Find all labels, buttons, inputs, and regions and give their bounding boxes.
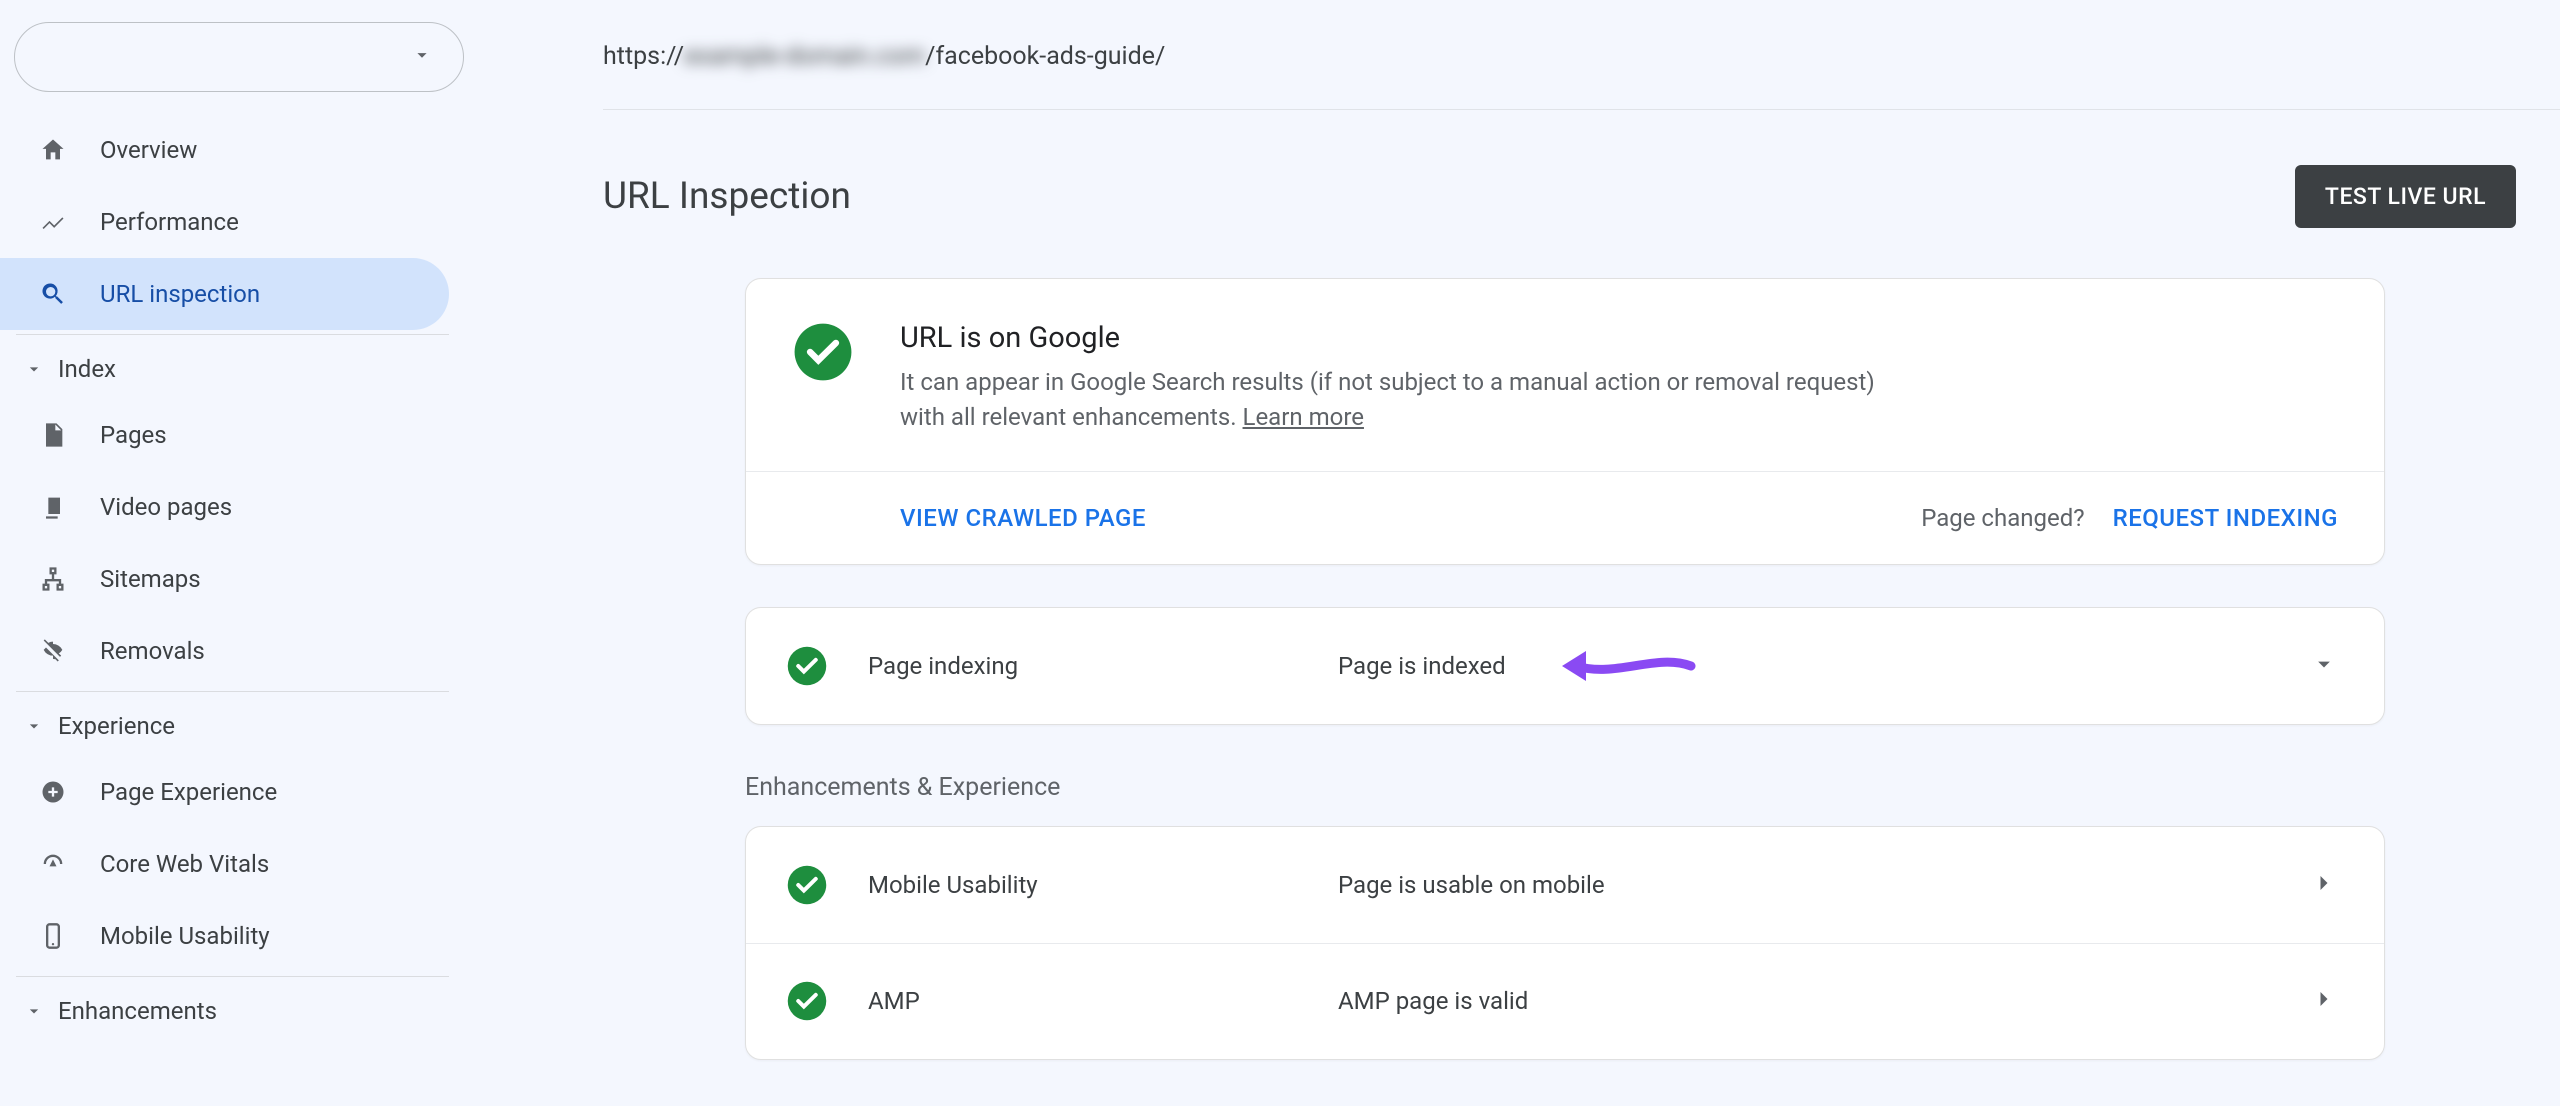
sidebar-item-label: Page Experience (100, 778, 277, 806)
sidebar-item-label: Overview (100, 136, 197, 164)
caret-down-icon (24, 359, 44, 379)
document-icon (38, 421, 68, 449)
chevron-down-icon (2310, 650, 2338, 682)
row-amp[interactable]: AMP AMP page is valid (746, 943, 2384, 1059)
sidebar-item-label: URL inspection (100, 280, 260, 308)
sidebar-item-core-web-vitals[interactable]: Core Web Vitals (0, 828, 449, 900)
sidebar-item-overview[interactable]: Overview (0, 114, 449, 186)
row-mobile-usability[interactable]: Mobile Usability Page is usable on mobil… (746, 827, 2384, 943)
row-label: AMP (868, 987, 1338, 1015)
sitemap-icon (38, 565, 68, 593)
page-title: URL Inspection (603, 175, 851, 218)
section-header-index[interactable]: Index (0, 339, 465, 399)
sidebar-item-pages[interactable]: Pages (0, 399, 449, 471)
sidebar-item-label: Core Web Vitals (100, 850, 269, 878)
divider (16, 976, 449, 977)
sidebar-item-sitemaps[interactable]: Sitemaps (0, 543, 449, 615)
page-indexing-card[interactable]: Page indexing Page is indexed (745, 607, 2385, 725)
sidebar-item-mobile-usability[interactable]: Mobile Usability (0, 900, 449, 972)
home-icon (38, 136, 68, 164)
search-icon (38, 280, 68, 308)
check-circle-icon (786, 645, 828, 687)
documents-icon (38, 493, 68, 521)
section-header-enhancements[interactable]: Enhancements (0, 981, 465, 1041)
caret-down-icon (24, 716, 44, 736)
row-value: AMP page is valid (1338, 987, 1528, 1015)
sidebar-item-url-inspection[interactable]: URL inspection (0, 258, 449, 330)
sidebar-item-label: Pages (100, 421, 167, 449)
chevron-right-icon (2310, 985, 2338, 1017)
sidebar: Overview Performance URL inspection Inde… (0, 0, 465, 1106)
row-value: Page is indexed (1338, 652, 1506, 680)
sidebar-item-page-experience[interactable]: Page Experience (0, 756, 449, 828)
view-crawled-page-button[interactable]: VIEW CRAWLED PAGE (900, 504, 1146, 532)
check-circle-icon (786, 980, 828, 1022)
annotation-arrow (1556, 643, 1696, 689)
main: https://example-domain.com/facebook-ads-… (465, 0, 2560, 1106)
row-label: Mobile Usability (868, 871, 1338, 899)
speed-icon (38, 850, 68, 878)
request-indexing-button[interactable]: REQUEST INDEXING (2113, 504, 2338, 532)
phone-icon (38, 922, 68, 950)
sidebar-item-label: Video pages (100, 493, 232, 521)
page-changed-label: Page changed? (1921, 504, 2084, 532)
sidebar-item-label: Sitemaps (100, 565, 201, 593)
dropdown-icon (411, 44, 433, 70)
row-value: Page is usable on mobile (1338, 871, 1605, 899)
check-circle-icon (792, 321, 854, 383)
chevron-right-icon (2310, 869, 2338, 901)
sidebar-item-performance[interactable]: Performance (0, 186, 449, 258)
status-description: It can appear in Google Search results (… (900, 365, 1920, 435)
enhancements-card: Mobile Usability Page is usable on mobil… (745, 826, 2385, 1060)
url-prefix: https:// (603, 42, 684, 71)
row-label: Page indexing (868, 652, 1338, 680)
sidebar-item-video-pages[interactable]: Video pages (0, 471, 449, 543)
url-domain-blurred: example-domain.com (684, 42, 925, 71)
url-path: /facebook-ads-guide/ (925, 42, 1165, 71)
sidebar-item-label: Removals (100, 637, 205, 665)
trending-up-icon (38, 208, 68, 236)
section-title: Experience (58, 712, 175, 740)
sidebar-item-removals[interactable]: Removals (0, 615, 449, 687)
status-card: URL is on Google It can appear in Google… (745, 278, 2385, 565)
circle-plus-icon (38, 778, 68, 806)
property-selector[interactable] (14, 22, 464, 92)
sidebar-item-label: Mobile Usability (100, 922, 270, 950)
test-live-url-button[interactable]: TEST LIVE URL (2295, 165, 2516, 228)
section-header-experience[interactable]: Experience (0, 696, 465, 756)
inspected-url: https://example-domain.com/facebook-ads-… (603, 0, 2560, 109)
visibility-off-icon (38, 637, 68, 665)
status-title: URL is on Google (900, 321, 1920, 355)
check-circle-icon (786, 864, 828, 906)
learn-more-link[interactable]: Learn more (1243, 403, 1364, 431)
section-title: Enhancements (58, 997, 217, 1025)
divider (16, 334, 449, 335)
section-title: Index (58, 355, 116, 383)
caret-down-icon (24, 1001, 44, 1021)
enhancements-section-title: Enhancements & Experience (745, 773, 2385, 802)
sidebar-item-label: Performance (100, 208, 239, 236)
divider (16, 691, 449, 692)
